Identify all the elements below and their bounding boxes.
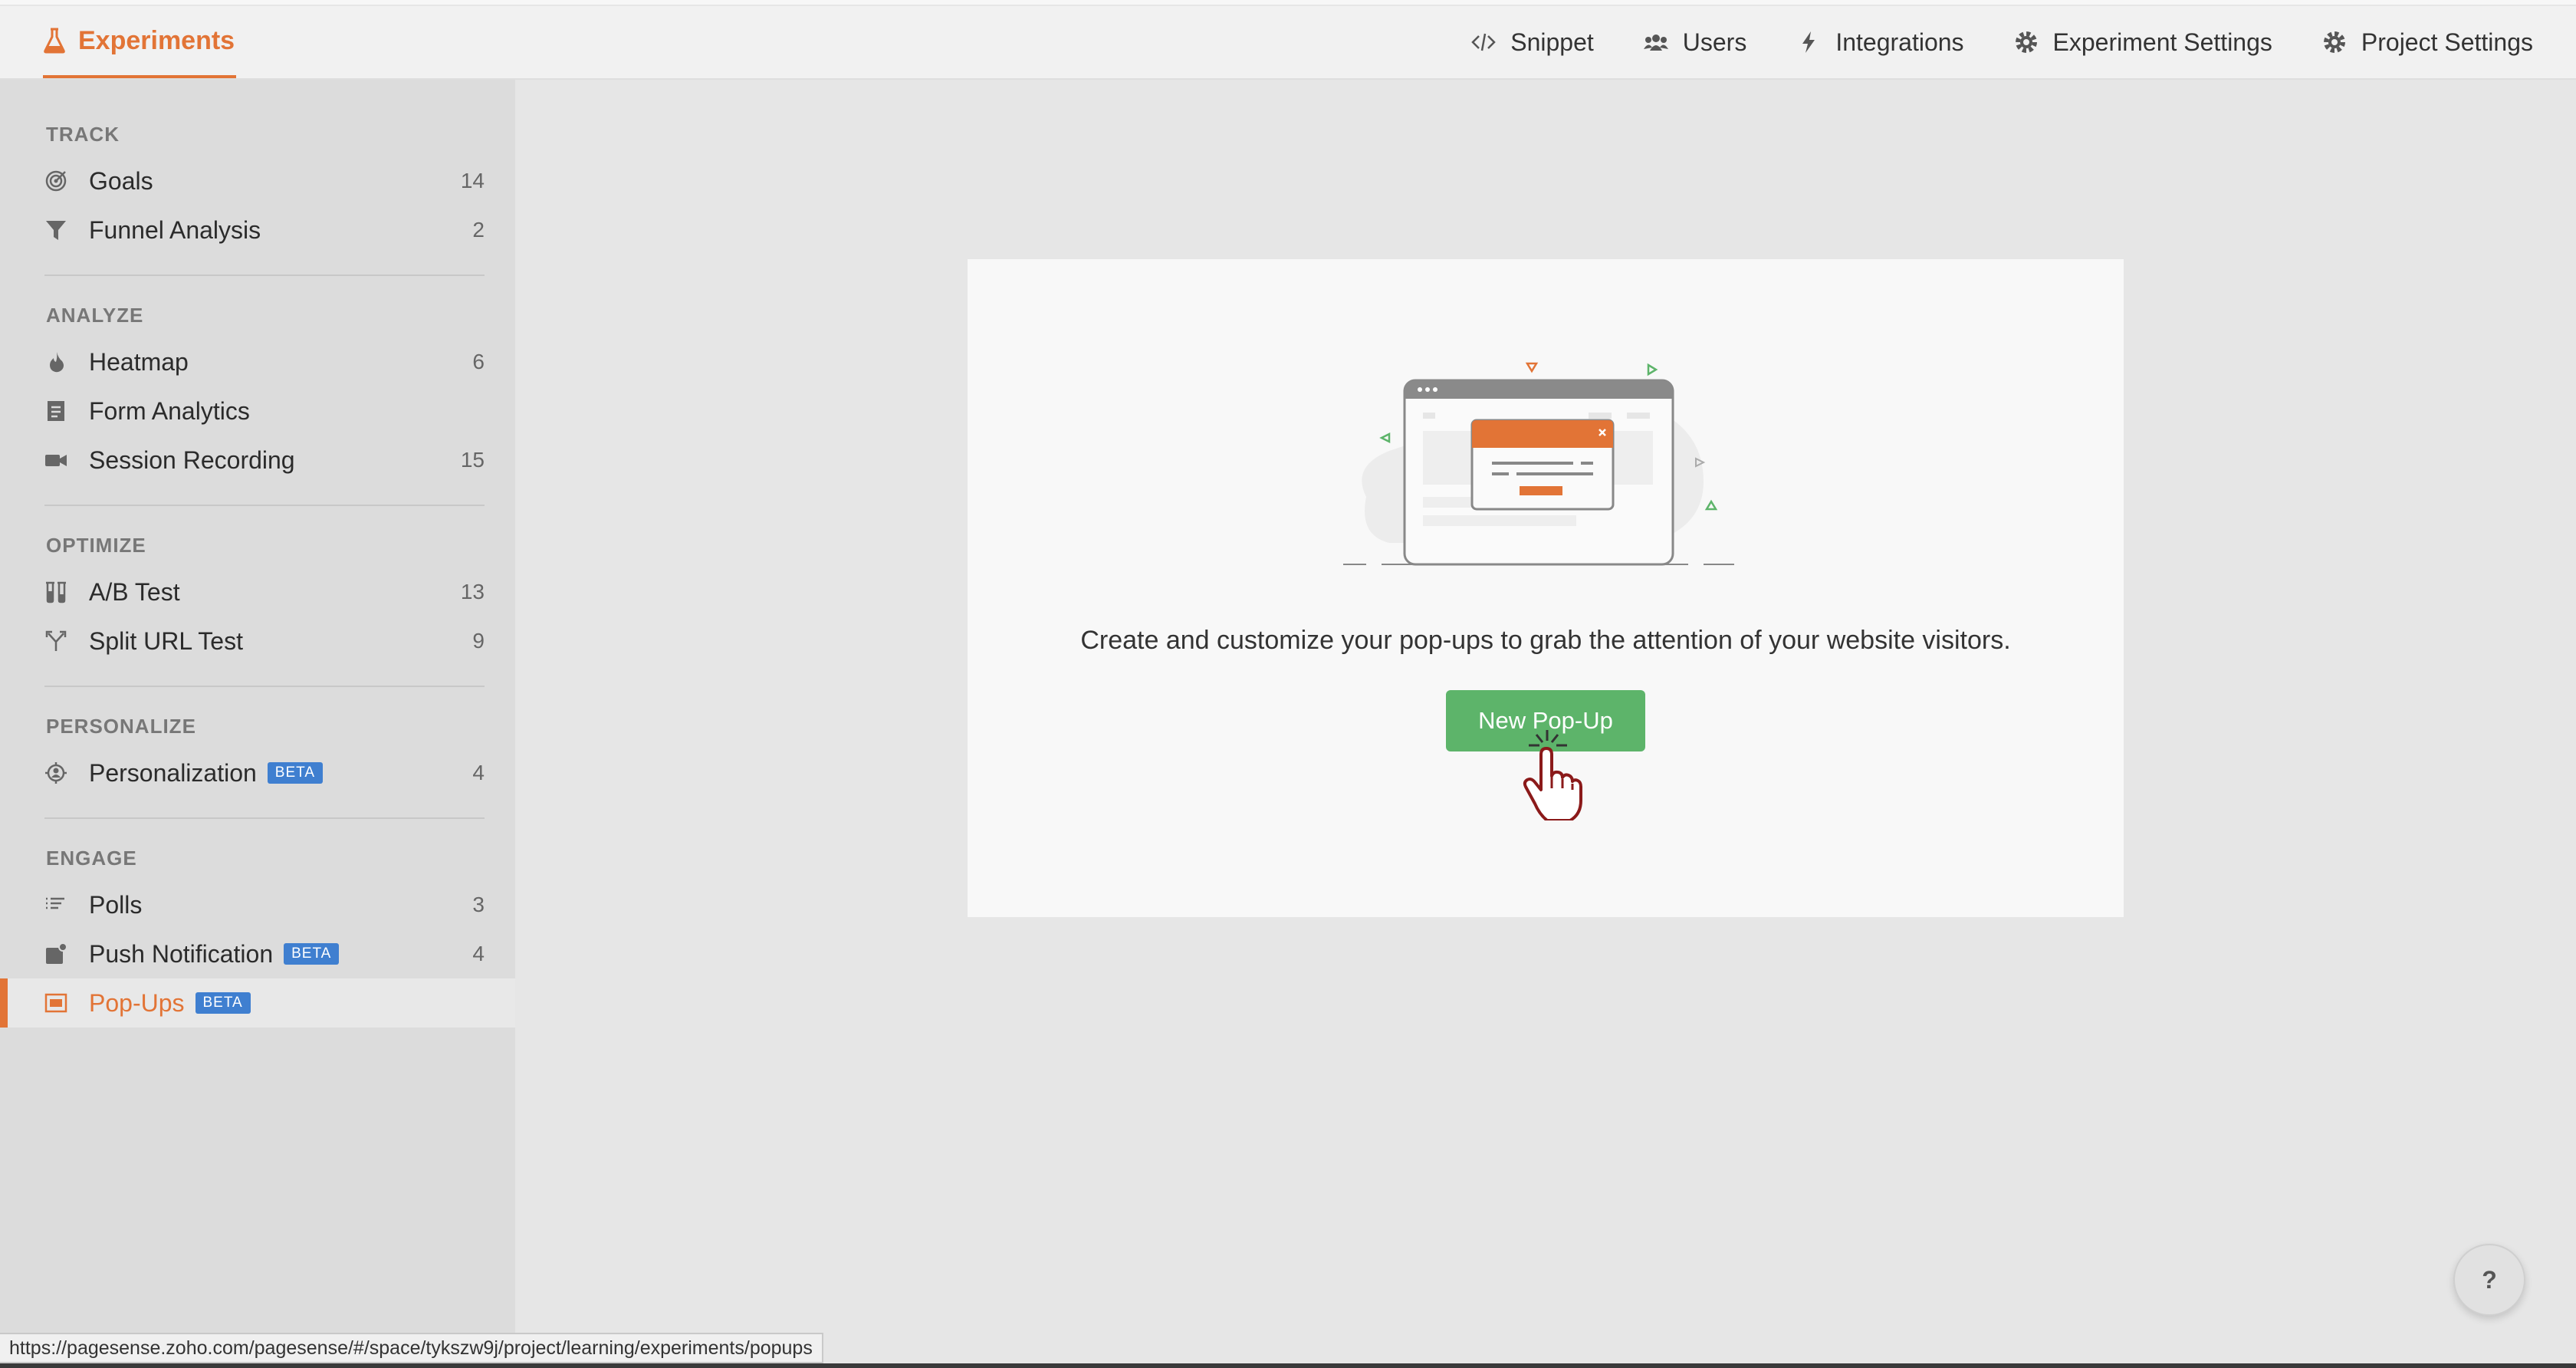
sidebar-item-label: Goals: [89, 166, 153, 195]
split-icon: [45, 630, 67, 651]
popup-illustration: [1343, 362, 1734, 566]
push-icon: [46, 942, 67, 964]
sidebar-item-heatmap[interactable]: Heatmap 6: [0, 337, 515, 386]
sidebar-item-label: Funnel Analysis: [89, 215, 261, 244]
personalize-icon: [45, 762, 67, 784]
section-title-analyze: ANALYZE: [46, 304, 144, 327]
code-icon: [1471, 33, 1496, 51]
section-divider: [44, 686, 485, 687]
sidebar-item-count: 14: [460, 169, 485, 192]
gear-icon: [2323, 31, 2345, 53]
sidebar-item-text: Personalization: [89, 758, 257, 787]
sidebar-item-label: Split URL Test: [89, 626, 243, 655]
target-icon: [45, 170, 67, 192]
sidebar-item-split-url-test[interactable]: Split URL Test 9: [0, 617, 515, 666]
beta-badge: BETA: [284, 943, 340, 965]
sidebar-item-funnel-analysis[interactable]: Funnel Analysis 2: [0, 206, 515, 255]
sidebar-item-label: A/B Test: [89, 577, 180, 606]
sidebar-item-count: 6: [472, 350, 485, 373]
sidebar-item-label: Push Notification BETA: [89, 939, 340, 968]
sidebar-item-text: Push Notification: [89, 939, 274, 968]
empty-state-message: Create and customize your pop-ups to gra…: [1080, 626, 2011, 655]
funnel-icon: [46, 221, 66, 240]
sidebar-item-count: 13: [460, 580, 485, 603]
sidebar-item-label: Pop-Ups BETA: [89, 989, 251, 1018]
sidebar-item-label: Personalization BETA: [89, 758, 324, 788]
sidebar-item-label: Form Analytics: [89, 396, 250, 425]
sidebar-item-ab-test[interactable]: A/B Test 13: [0, 567, 515, 617]
section-title-engage: ENGAGE: [46, 847, 137, 870]
sidebar: TRACK Goals 14 Funnel Analysis 2 ANALYZE…: [0, 80, 515, 1368]
top-nav-links: Snippet Users Integrations Experiment Se…: [1470, 6, 2533, 78]
users-icon: [1643, 35, 1668, 51]
integrations-label: Integrations: [1835, 28, 1964, 56]
experiment-settings-link[interactable]: Experiment Settings: [2013, 28, 2272, 57]
top-navigation-bar: Experiments Snippet Users Integrations E…: [0, 0, 2576, 80]
section-title-personalize: PERSONALIZE: [46, 715, 196, 738]
sidebar-item-pop-ups[interactable]: Pop-Ups BETA: [0, 978, 515, 1028]
section-title-track: TRACK: [46, 123, 120, 146]
sidebar-item-count: 3: [472, 893, 485, 916]
users-label: Users: [1682, 28, 1747, 56]
sidebar-item-label: Heatmap: [89, 347, 189, 376]
beta-badge: BETA: [267, 762, 324, 784]
help-button[interactable]: ?: [2453, 1244, 2525, 1316]
project-settings-link[interactable]: Project Settings: [2321, 28, 2533, 57]
sidebar-item-count: 2: [472, 218, 485, 242]
form-icon: [48, 401, 64, 421]
snippet-label: Snippet: [1510, 28, 1594, 56]
sidebar-item-count: 15: [460, 448, 485, 472]
sidebar-item-push-notification[interactable]: Push Notification BETA 4: [0, 929, 515, 978]
users-link[interactable]: Users: [1643, 28, 1747, 57]
section-title-optimize: OPTIMIZE: [46, 534, 146, 557]
experiment-settings-label: Experiment Settings: [2052, 28, 2272, 56]
sidebar-item-count: 4: [472, 761, 485, 784]
project-settings-label: Project Settings: [2361, 28, 2533, 56]
sidebar-item-text: Pop-Ups: [89, 988, 185, 1017]
hand-cursor-icon: [1523, 730, 1582, 820]
status-url-bar: https://pagesense.zoho.com/pagesense/#/s…: [0, 1333, 823, 1363]
section-divider: [44, 817, 485, 819]
beta-badge: BETA: [195, 992, 251, 1014]
flask-icon: [44, 28, 65, 54]
sidebar-item-polls[interactable]: Polls 3: [0, 880, 515, 929]
sidebar-item-label: Session Recording: [89, 446, 295, 474]
sidebar-item-personalization[interactable]: Personalization BETA 4: [0, 748, 515, 797]
bottom-strip: [0, 1363, 2576, 1368]
snippet-link[interactable]: Snippet: [1470, 28, 1594, 57]
experiments-tab-label: Experiments: [78, 25, 235, 55]
flame-icon: [50, 352, 64, 373]
section-divider: [44, 505, 485, 506]
poll-icon: [46, 897, 64, 909]
bolt-icon: [1802, 31, 1815, 53]
ab-test-icon: [46, 581, 66, 603]
integrations-link[interactable]: Integrations: [1796, 28, 1964, 57]
empty-state-card: Create and customize your pop-ups to gra…: [968, 259, 2124, 917]
sidebar-item-goals[interactable]: Goals 14: [0, 156, 515, 206]
sidebar-item-form-analytics[interactable]: Form Analytics: [0, 386, 515, 436]
popup-icon: [44, 993, 67, 1013]
top-edge: [0, 0, 2576, 6]
sidebar-item-label: Polls: [89, 890, 143, 919]
experiments-tab[interactable]: Experiments: [43, 6, 237, 78]
sidebar-item-count: 9: [472, 629, 485, 653]
gear-icon: [2015, 31, 2037, 53]
sidebar-item-count: 4: [472, 942, 485, 965]
section-divider: [44, 275, 485, 276]
sidebar-item-session-recording[interactable]: Session Recording 15: [0, 436, 515, 485]
video-icon: [45, 455, 67, 466]
